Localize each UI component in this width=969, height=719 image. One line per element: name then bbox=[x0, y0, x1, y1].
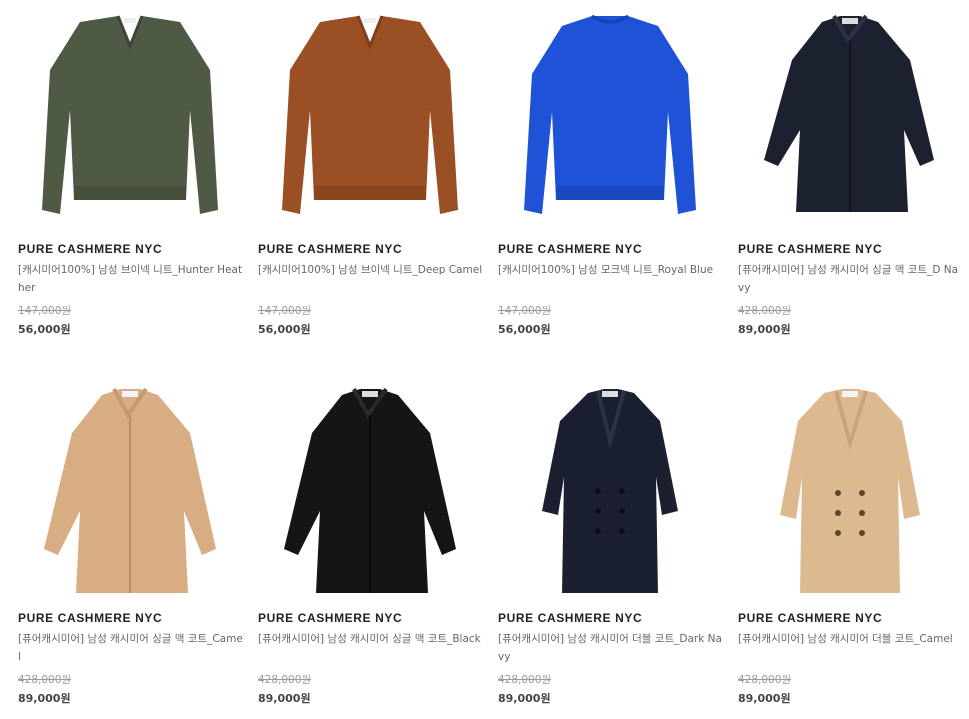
product-name[interactable]: [퓨어캐시미어] 남성 캐시미어 싱글 맥 코트_D Navy bbox=[738, 261, 964, 297]
product-name[interactable]: [퓨어캐시미어] 남성 캐시미어 싱글 맥 코트_Black bbox=[258, 630, 484, 648]
mockneck-sweater-icon[interactable] bbox=[498, 0, 722, 228]
product-card[interactable]: PURE CASHMERE NYC [퓨어캐시미어] 남성 캐시미어 더블 코트… bbox=[498, 369, 738, 719]
product-name[interactable]: [캐시미어100%] 남성 브이넥 니트_Hunter Heather bbox=[18, 261, 244, 297]
sale-price: 89,000원 bbox=[498, 692, 551, 705]
sale-price: 56,000원 bbox=[18, 323, 71, 336]
sale-price: 56,000원 bbox=[258, 323, 311, 336]
double-coat-icon[interactable] bbox=[738, 381, 962, 609]
double-coat-icon[interactable] bbox=[498, 381, 722, 609]
product-brand[interactable]: PURE CASHMERE NYC bbox=[258, 611, 402, 625]
original-price: 428,000원 bbox=[258, 674, 312, 686]
product-card[interactable]: PURE CASHMERE NYC [퓨어캐시미어] 남성 캐시미어 싱글 맥 … bbox=[18, 369, 258, 719]
sale-price: 89,000원 bbox=[738, 323, 791, 336]
original-price: 147,000원 bbox=[498, 305, 552, 317]
product-name[interactable]: [캐시미어100%] 남성 모크넥 니트_Royal Blue bbox=[498, 261, 724, 279]
product-name[interactable]: [퓨어캐시미어] 남성 캐시미어 더블 코트_Camel bbox=[738, 630, 964, 648]
vneck-sweater-icon[interactable] bbox=[18, 0, 242, 228]
product-brand[interactable]: PURE CASHMERE NYC bbox=[738, 242, 882, 256]
sale-price: 89,000원 bbox=[258, 692, 311, 705]
product-grid: PURE CASHMERE NYC [캐시미어100%] 남성 브이넥 니트_H… bbox=[18, 0, 969, 719]
product-brand[interactable]: PURE CASHMERE NYC bbox=[738, 611, 882, 625]
single-mac-coat-icon[interactable] bbox=[738, 0, 962, 228]
product-brand[interactable]: PURE CASHMERE NYC bbox=[498, 242, 642, 256]
original-price: 428,000원 bbox=[498, 674, 552, 686]
sale-price: 56,000원 bbox=[498, 323, 551, 336]
single-mac-coat-icon[interactable] bbox=[258, 381, 482, 609]
sale-price: 89,000원 bbox=[18, 692, 71, 705]
original-price: 147,000원 bbox=[18, 305, 72, 317]
vneck-sweater-icon[interactable] bbox=[258, 0, 482, 228]
product-brand[interactable]: PURE CASHMERE NYC bbox=[18, 611, 162, 625]
product-card[interactable]: PURE CASHMERE NYC [캐시미어100%] 남성 브이넥 니트_H… bbox=[18, 0, 258, 369]
original-price: 147,000원 bbox=[258, 305, 312, 317]
product-name[interactable]: [퓨어캐시미어] 남성 캐시미어 싱글 맥 코트_Camel bbox=[18, 630, 244, 666]
product-name[interactable]: [캐시미어100%] 남성 브이넥 니트_Deep Camel bbox=[258, 261, 484, 279]
product-brand[interactable]: PURE CASHMERE NYC bbox=[18, 242, 162, 256]
product-card[interactable]: PURE CASHMERE NYC [퓨어캐시미어] 남성 캐시미어 싱글 맥 … bbox=[258, 369, 498, 719]
product-brand[interactable]: PURE CASHMERE NYC bbox=[498, 611, 642, 625]
single-mac-coat-icon[interactable] bbox=[18, 381, 242, 609]
product-card[interactable]: PURE CASHMERE NYC [캐시미어100%] 남성 모크넥 니트_R… bbox=[498, 0, 738, 369]
product-name[interactable]: [퓨어캐시미어] 남성 캐시미어 더블 코트_Dark Navy bbox=[498, 630, 724, 666]
original-price: 428,000원 bbox=[18, 674, 72, 686]
original-price: 428,000원 bbox=[738, 305, 792, 317]
product-card[interactable]: PURE CASHMERE NYC [퓨어캐시미어] 남성 캐시미어 더블 코트… bbox=[738, 369, 969, 719]
product-brand[interactable]: PURE CASHMERE NYC bbox=[258, 242, 402, 256]
product-card[interactable]: PURE CASHMERE NYC [캐시미어100%] 남성 브이넥 니트_D… bbox=[258, 0, 498, 369]
sale-price: 89,000원 bbox=[738, 692, 791, 705]
product-card[interactable]: PURE CASHMERE NYC [퓨어캐시미어] 남성 캐시미어 싱글 맥 … bbox=[738, 0, 969, 369]
original-price: 428,000원 bbox=[738, 674, 792, 686]
